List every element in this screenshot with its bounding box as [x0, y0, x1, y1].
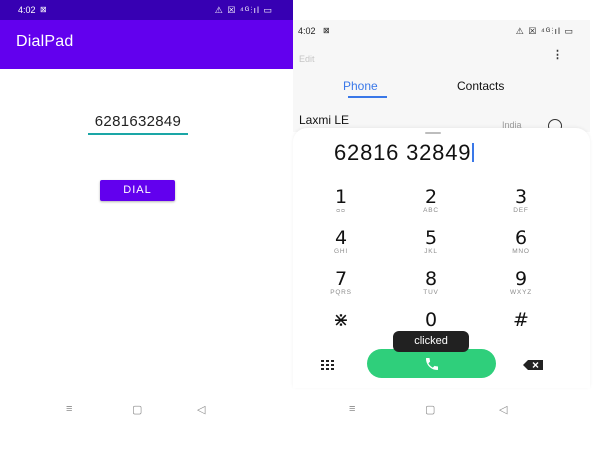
dialpad-key[interactable]: 9 WXYZ	[491, 269, 551, 297]
key-digit: 4	[334, 227, 348, 249]
dialpad-key[interactable]: 5 JKL	[401, 228, 461, 256]
active-tab-indicator	[348, 96, 387, 98]
toast-message: clicked	[393, 331, 469, 352]
app-bar: DialPad	[0, 20, 293, 69]
key-digit: 8	[424, 268, 438, 290]
dialpad-key[interactable]: 1 ᴑᴑ	[311, 187, 371, 215]
key-digit: 3	[514, 186, 528, 208]
text-cursor	[472, 143, 475, 162]
contact-suggestion-name[interactable]: Laxmi LE	[299, 113, 349, 127]
status-bar: 4:02 ⊠ ⚠ ☒ ⁴ᴳ⫶ıl ▭	[293, 20, 590, 42]
dialpad-key[interactable]: 6 MNO	[491, 228, 551, 256]
status-time: 4:02	[18, 5, 36, 15]
status-icons: ⚠ ☒ ⁴ᴳ⫶ıl ▭	[214, 5, 273, 15]
phone-number-input[interactable]: 6281632849	[88, 113, 188, 135]
tab-phone[interactable]: Phone	[343, 79, 378, 93]
key-digit: 7	[334, 268, 348, 290]
key-digit: 0	[424, 309, 438, 331]
recents-icon[interactable]: ≡	[349, 403, 355, 415]
dialpad-key[interactable]: 0	[401, 310, 461, 330]
key-digit: 5	[424, 227, 438, 249]
backspace-icon[interactable]	[523, 360, 543, 370]
key-letters: MNO	[512, 248, 530, 255]
dialpad-key[interactable]: 4 GHI	[311, 228, 371, 256]
status-bar: 4:02 ⊠ ⚠ ☒ ⁴ᴳ⫶ıl ▭	[0, 0, 293, 20]
dialpad-key[interactable]: 7 PQRS	[311, 269, 371, 297]
phone-number-value: 6281632849	[94, 113, 182, 130]
notification-icon: ⊠	[323, 26, 330, 35]
dialpad-key[interactable]: ⋇	[311, 310, 371, 330]
dialpad-key[interactable]: #	[491, 310, 551, 330]
key-digit: 9	[514, 268, 528, 290]
key-letters: ABC	[423, 207, 439, 214]
dialpad-key[interactable]: 8 TUV	[401, 269, 461, 297]
key-letters: TUV	[423, 289, 439, 296]
key-letters: GHI	[334, 248, 348, 255]
edit-button[interactable]: Edit	[299, 54, 315, 64]
recents-icon[interactable]: ≡	[66, 403, 72, 415]
dial-button[interactable]: DIAL	[100, 180, 175, 201]
key-digit: 6	[514, 227, 528, 249]
more-options-icon[interactable]: ⋮	[552, 50, 563, 61]
status-time: 4:02	[298, 26, 316, 36]
key-digit: #	[513, 309, 529, 331]
dialed-number-text: 62816 32849	[334, 140, 472, 165]
call-button[interactable]	[367, 349, 496, 378]
key-letters: PQRS	[330, 289, 352, 296]
key-letters: DEF	[513, 207, 529, 214]
key-letters: JKL	[424, 248, 438, 255]
phone-icon	[426, 358, 438, 370]
key-digit: 2	[424, 186, 438, 208]
dialed-number-display[interactable]: 62816 32849	[334, 140, 475, 166]
key-digit: ⋇	[333, 309, 349, 331]
back-icon[interactable]: ◁	[197, 403, 205, 416]
home-icon[interactable]: ▢	[132, 403, 142, 416]
dialpad-icon[interactable]	[320, 359, 336, 371]
key-letters: ᴑᴑ	[336, 207, 346, 214]
home-icon[interactable]: ▢	[425, 403, 435, 416]
notification-icon: ⊠	[40, 5, 47, 14]
app-title: DialPad	[16, 33, 74, 50]
dialpad-sheet: 62816 32849 1 ᴑᴑ 2 ABC 3 DEF 4 GHI 5 JKL 6 MNO 7 PQRS…	[293, 128, 590, 388]
input-underline	[88, 133, 188, 135]
drag-handle[interactable]	[425, 132, 441, 134]
key-digit: 1	[334, 186, 348, 208]
tab-contacts[interactable]: Contacts	[457, 79, 504, 93]
dialpad-key[interactable]: 2 ABC	[401, 187, 461, 215]
dialpad-key[interactable]: 3 DEF	[491, 187, 551, 215]
status-icons: ⚠ ☒ ⁴ᴳ⫶ıl ▭	[515, 26, 574, 36]
back-icon[interactable]: ◁	[499, 403, 507, 416]
dialpad-app-screen: 4:02 ⊠ ⚠ ☒ ⁴ᴳ⫶ıl ▭ DialPad 6281632849 DI…	[0, 0, 293, 460]
key-letters: WXYZ	[510, 289, 532, 296]
dialer-screen: 4:02 ⊠ ⚠ ☒ ⁴ᴳ⫶ıl ▭ Edit ⋮ Phone Contacts…	[293, 0, 603, 460]
